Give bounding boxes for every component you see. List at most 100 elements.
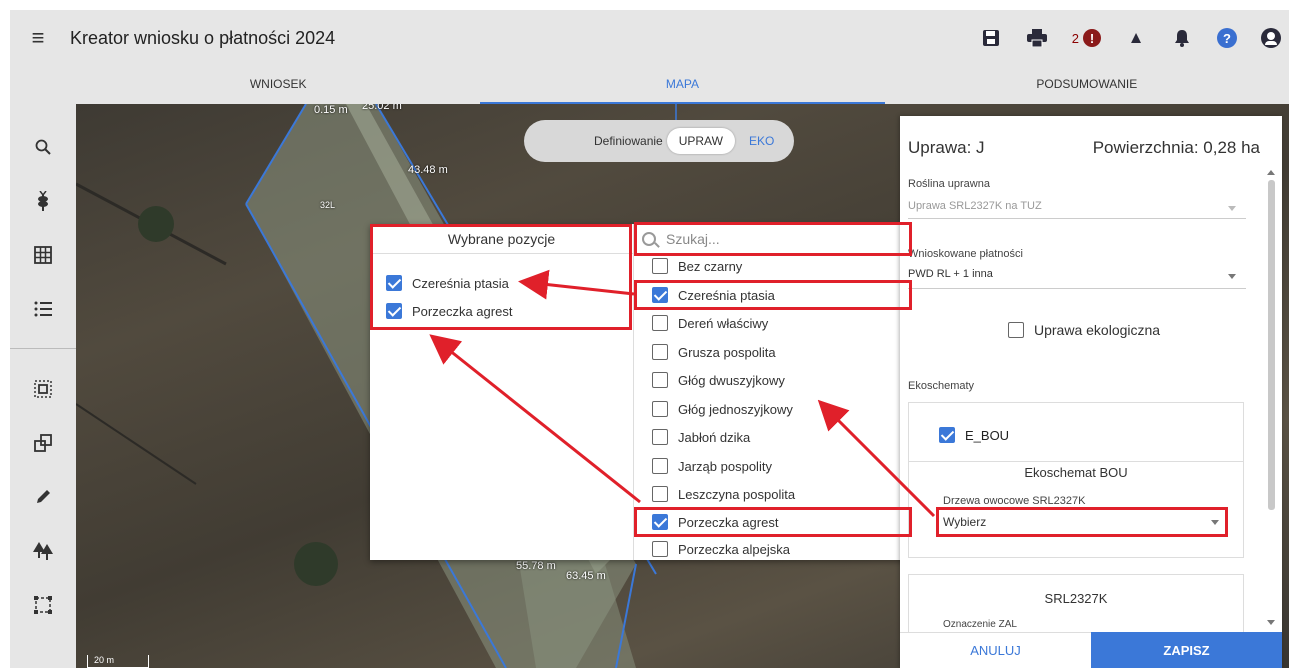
checkbox-checked[interactable] [939, 427, 955, 443]
ecoscheme-card: E_BOU Ekoschemat BOU Drzewa owocowe SRL2… [908, 402, 1244, 558]
payments-select[interactable]: PWD RL + 1 inna [908, 268, 993, 280]
search-row [634, 224, 912, 254]
scroll-up-icon[interactable] [1267, 170, 1275, 175]
selected-item-label: Czereśnia ptasia [412, 275, 509, 291]
bell-icon[interactable] [1171, 27, 1193, 49]
checkbox[interactable] [652, 315, 668, 331]
option-label: Leszczyna pospolita [678, 486, 796, 502]
payments-field-underline [908, 288, 1246, 289]
option-item[interactable]: Bez czarny [652, 252, 742, 280]
option-item[interactable]: Czereśnia ptasia [652, 281, 775, 309]
ecoscheme-card-title: Ekoschemat BOU [1024, 465, 1128, 480]
trees-select[interactable]: Wybierz [943, 515, 986, 529]
checkbox[interactable] [652, 458, 668, 474]
trees-field-label: Drzewa owocowe SRL2327K [943, 495, 1086, 507]
option-item[interactable]: Leszczyna pospolita [652, 480, 795, 508]
checkbox[interactable] [1008, 322, 1024, 338]
warning-icon[interactable]: ▲ [1125, 27, 1147, 49]
selected-item[interactable]: Porzeczka agrest [386, 300, 512, 322]
option-label: Głóg jednoszyjkowy [678, 401, 793, 417]
option-label: Głóg dwuszyjkowy [678, 372, 785, 388]
ecoscheme-checkbox-row[interactable]: E_BOU [939, 427, 1009, 443]
checkbox-checked[interactable] [386, 303, 402, 319]
map-measure-label: 63.45 m [566, 570, 606, 582]
mode-toggle: Definiowanie UPRAW EKO [524, 120, 794, 162]
checkbox[interactable] [652, 541, 668, 557]
selected-items-panel: Wybrane pozycje Czereśnia ptasia Porzecz… [370, 224, 634, 560]
checkbox[interactable] [652, 344, 668, 360]
crop-edit-panel: Uprawa: J Powierzchnia: 0,28 ha Roślina … [900, 116, 1282, 668]
checkbox-checked[interactable] [652, 514, 668, 530]
cancel-button[interactable]: ANULUJ [900, 632, 1091, 668]
mode-toggle-prefix: Definiowanie [594, 134, 663, 148]
crop-area: Powierzchnia: 0,28 ha [1092, 138, 1260, 157]
help-icon[interactable]: ? [1217, 28, 1237, 48]
option-item[interactable]: Jarząb pospolity [652, 452, 772, 480]
grid-table-icon[interactable] [10, 240, 76, 270]
bounding-frame-icon[interactable] [10, 590, 76, 620]
plant-field-label: Roślina uprawna [908, 178, 990, 190]
plant-field-underline [908, 218, 1246, 219]
header-actions: 2 ! ▲ ? [980, 10, 1281, 66]
save-button[interactable]: ZAPISZ [1091, 632, 1282, 668]
mode-eko-button[interactable]: EKO [749, 134, 774, 148]
option-item[interactable]: Grusza pospolita [652, 338, 776, 366]
tab-wniosek[interactable]: WNIOSEK [76, 66, 480, 104]
hamburger-menu-icon[interactable]: ≡ [10, 10, 66, 66]
mode-upraw-button[interactable]: UPRAW [666, 128, 735, 154]
option-item[interactable]: Porzeczka alpejska [652, 535, 790, 563]
search-input[interactable] [666, 230, 886, 247]
payments-field-label: Wnioskowane płatności [908, 248, 1023, 260]
checkbox[interactable] [652, 486, 668, 502]
panel-actions: ANULUJ ZAPISZ [900, 632, 1282, 668]
options-list-panel: Bez czarny Czereśnia ptasia Dereń właści… [634, 224, 912, 560]
option-item[interactable]: Jabłoń dzika [652, 423, 750, 451]
checkbox-checked[interactable] [386, 275, 402, 291]
map-measure-label: 25.02 m [362, 104, 402, 112]
selected-item[interactable]: Czereśnia ptasia [386, 272, 509, 294]
map-measure-label: 55.78 m [516, 560, 556, 572]
option-label: Grusza pospolita [678, 344, 776, 360]
option-item[interactable]: Głóg dwuszyjkowy [652, 366, 785, 394]
option-item[interactable]: Dereń właściwy [652, 309, 768, 337]
tree-species-picker: Wybrane pozycje Czereśnia ptasia Porzecz… [370, 224, 912, 560]
option-label: Porzeczka agrest [678, 514, 779, 530]
select-area-icon[interactable] [10, 374, 76, 404]
ecoscheme-checkbox-label: E_BOU [965, 427, 1010, 443]
option-item[interactable]: Porzeczka agrest [652, 508, 778, 536]
chevron-down-icon[interactable] [1211, 520, 1219, 525]
map-scale: 20 m [87, 655, 149, 668]
map-tools-sidebar [10, 104, 76, 668]
zal-field-label: Oznaczenie ZAL [943, 619, 1017, 630]
option-label: Jarząb pospolity [678, 458, 772, 474]
edit-pencil-icon[interactable] [10, 482, 76, 512]
search-icon[interactable] [10, 132, 76, 162]
selected-items-title: Wybrane pozycje [370, 224, 633, 254]
copy-shape-icon[interactable] [10, 428, 76, 458]
tab-mapa[interactable]: MAPA [480, 66, 885, 104]
error-indicator[interactable]: 2 ! [1072, 29, 1101, 47]
error-icon: ! [1083, 29, 1101, 47]
checkbox[interactable] [652, 372, 668, 388]
save-icon[interactable] [980, 27, 1002, 49]
map-parcel-label: 32L [320, 200, 336, 210]
checkbox[interactable] [652, 401, 668, 417]
app-header: ≡ Kreator wniosku o płatności 2024 2 ! ▲… [10, 10, 1289, 66]
scroll-down-icon[interactable] [1267, 620, 1275, 625]
checkbox[interactable] [652, 258, 668, 274]
panel-scrollbar[interactable] [1268, 180, 1275, 510]
option-item[interactable]: Głóg jednoszyjkowy [652, 395, 793, 423]
organic-crop-checkbox-row[interactable]: Uprawa ekologiczna [1008, 322, 1160, 338]
app-title: Kreator wniosku o płatności 2024 [70, 27, 336, 48]
trees-icon[interactable] [10, 536, 76, 566]
crop-plant-icon[interactable] [10, 186, 76, 216]
list-icon[interactable] [10, 294, 76, 324]
print-icon[interactable] [1026, 27, 1048, 49]
checkbox[interactable] [652, 429, 668, 445]
main-tabs: WNIOSEK MAPA PODSUMOWANIE [76, 66, 1289, 104]
chevron-down-icon[interactable] [1228, 274, 1236, 279]
tab-podsumowanie[interactable]: PODSUMOWANIE [885, 66, 1289, 104]
option-label: Dereń właściwy [678, 315, 769, 331]
user-account-icon[interactable] [1261, 28, 1281, 48]
checkbox-checked[interactable] [652, 287, 668, 303]
